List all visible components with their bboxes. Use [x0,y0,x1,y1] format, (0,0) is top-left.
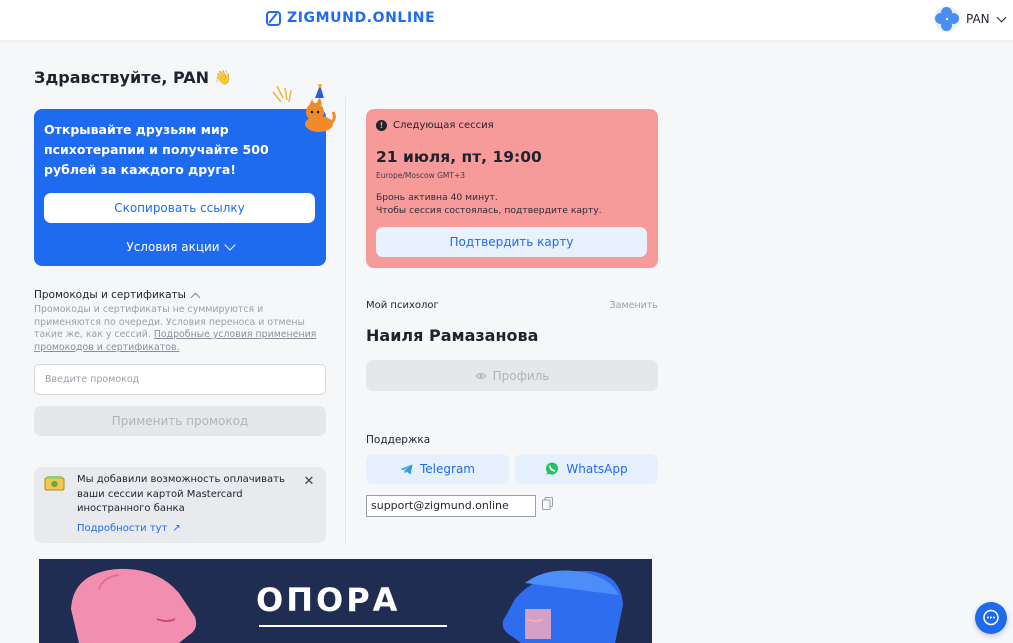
whatsapp-icon [546,462,559,475]
avatar [934,6,960,32]
greeting-text: Здравствуйте, PAN [34,68,209,87]
close-icon[interactable]: ✕ [302,475,316,489]
banner-title: ОПОРА [256,581,401,619]
session-date: 21 июля, пт, 19:00 [376,148,542,166]
logo[interactable]: ZIGMUND.ONLINE [266,10,435,26]
next-session-card: ! Следующая сессия 21 июля, пт, 19:00 Eu… [366,109,658,268]
support-email[interactable]: support@zigmund.online [366,495,536,517]
money-icon [44,476,65,491]
session-note-line2: Чтобы сессия состоялась, подтвердите кар… [376,204,602,216]
wave-hand-icon: 👋 [214,69,232,86]
promo-code-input[interactable] [34,364,326,395]
confirm-card-button[interactable]: Подтвердить карту [376,227,647,257]
user-menu[interactable]: PAN [934,6,1007,32]
telegram-button[interactable]: Telegram [366,454,509,484]
support-label: Поддержка [366,434,431,446]
copy-link-button[interactable]: Скопировать ссылку [44,193,315,223]
chevron-down-icon [996,12,1007,22]
logo-mark-icon [266,10,281,26]
promo-description: Промокоды и сертификаты не суммируются и… [34,304,326,354]
session-note-line1: Бронь активна 40 минут. [376,192,498,203]
details-link[interactable]: Подробности тут ↗ [77,523,181,534]
whatsapp-button[interactable]: WhatsApp [515,454,658,484]
column-divider [345,97,346,544]
opora-banner[interactable]: ОПОРА [39,559,652,643]
session-heading-label: Следующая сессия [393,120,494,131]
psychologist-name: Наиля Рамазанова [366,326,539,345]
my-psychologist-label: Мой психолог [366,300,439,311]
change-psychologist-link[interactable]: Заменить [606,300,658,311]
logo-text: ZIGMUND.ONLINE [287,10,436,26]
promo-terms-label: Условия акции [126,240,220,254]
session-timezone: Europe/Moscow GMT+3 [376,171,466,180]
telegram-label: Telegram [420,462,475,476]
external-link-icon: ↗ [172,523,181,534]
apply-promo-button[interactable]: Применить промокод [34,406,326,436]
cat-party-icon [272,84,336,132]
details-link-label: Подробности тут [77,523,168,534]
promo-title: Промокоды и сертификаты [34,289,186,301]
promo-terms-toggle[interactable]: Условия акции [34,238,326,254]
notice-text: Мы добавили возможность оплачивать ваши … [77,474,285,514]
session-heading: ! Следующая сессия [376,120,494,131]
promo-section-toggle[interactable]: Промокоды и сертификаты [34,289,201,302]
warning-icon: ! [376,120,387,131]
chat-button[interactable] [975,602,1007,634]
banner-underline [259,625,447,627]
profile-button[interactable]: Профиль [366,360,658,391]
greeting: Здравствуйте, PAN 👋 [34,68,231,87]
session-note: Бронь активна 40 минут. Чтобы сессия сос… [376,192,651,217]
chat-icon [983,609,999,626]
profile-button-label: Профиль [492,368,550,383]
eye-icon [474,372,487,379]
chevron-down-icon [223,238,236,251]
whatsapp-label: WhatsApp [566,462,628,476]
mastercard-notice: Мы добавили возможность оплачивать ваши … [34,467,326,543]
telegram-icon [400,464,413,474]
chevron-up-icon [190,292,201,302]
user-name: PAN [966,12,990,26]
copy-icon[interactable] [542,497,553,510]
top-bar: ZIGMUND.ONLINE PAN [0,0,1013,40]
